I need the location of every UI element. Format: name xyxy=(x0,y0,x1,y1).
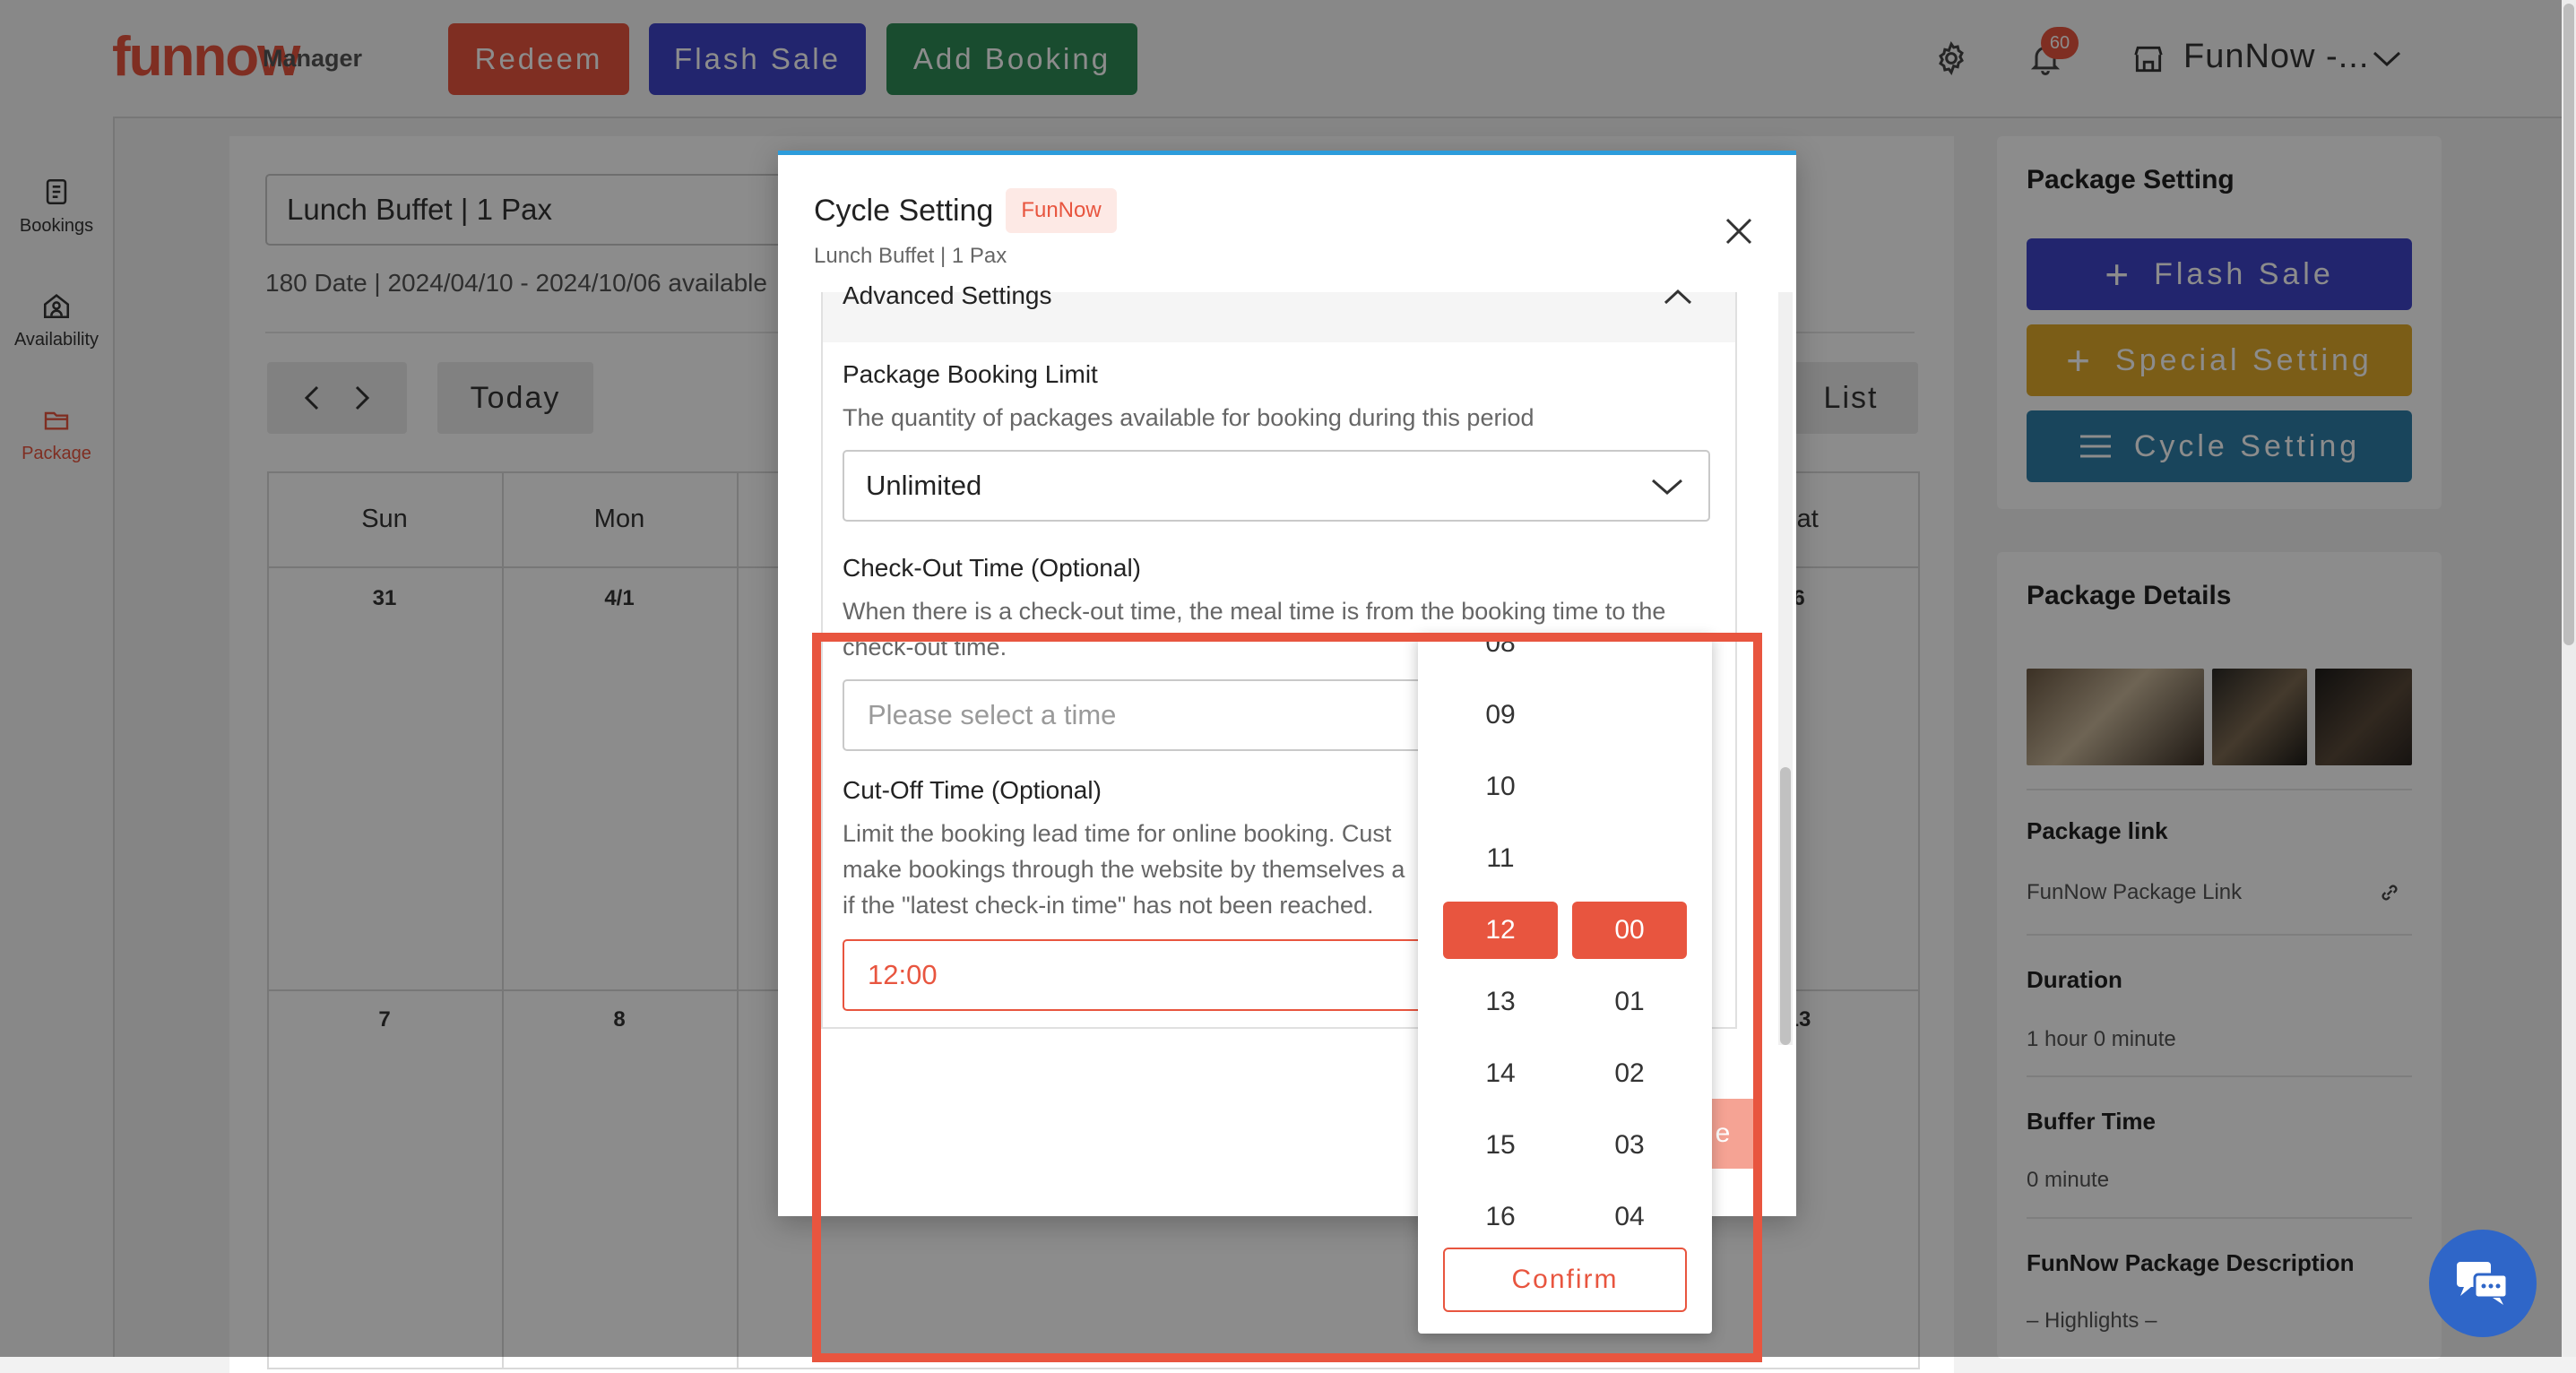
checkout-time-desc-line1: When there is a check-out time, the meal… xyxy=(843,598,1666,625)
booking-limit-label: Package Booking Limit xyxy=(843,360,1098,388)
chat-icon xyxy=(2457,1262,2509,1305)
chat-button[interactable] xyxy=(2429,1230,2537,1337)
modal-scrollbar-thumb[interactable] xyxy=(1780,767,1791,1045)
booking-limit-desc: The quantity of packages available for b… xyxy=(843,404,1534,431)
modal-subtitle: Lunch Buffet | 1 Pax xyxy=(814,244,1007,268)
source-badge: FunNow xyxy=(1006,188,1117,233)
highlight-box xyxy=(812,633,1762,1362)
modal-title: Cycle Setting xyxy=(814,194,994,228)
advanced-settings-title: Advanced Settings xyxy=(843,281,1052,309)
close-icon[interactable] xyxy=(1716,208,1762,255)
chevron-up-icon[interactable] xyxy=(1660,283,1696,310)
booking-limit-value: Unlimited xyxy=(866,470,982,501)
booking-limit-select[interactable]: Unlimited xyxy=(843,450,1710,522)
chevron-down-icon[interactable] xyxy=(1647,473,1687,500)
checkout-time-label: Check-Out Time (Optional) xyxy=(843,554,1141,582)
page-scrollbar-thumb[interactable] xyxy=(2563,4,2574,645)
